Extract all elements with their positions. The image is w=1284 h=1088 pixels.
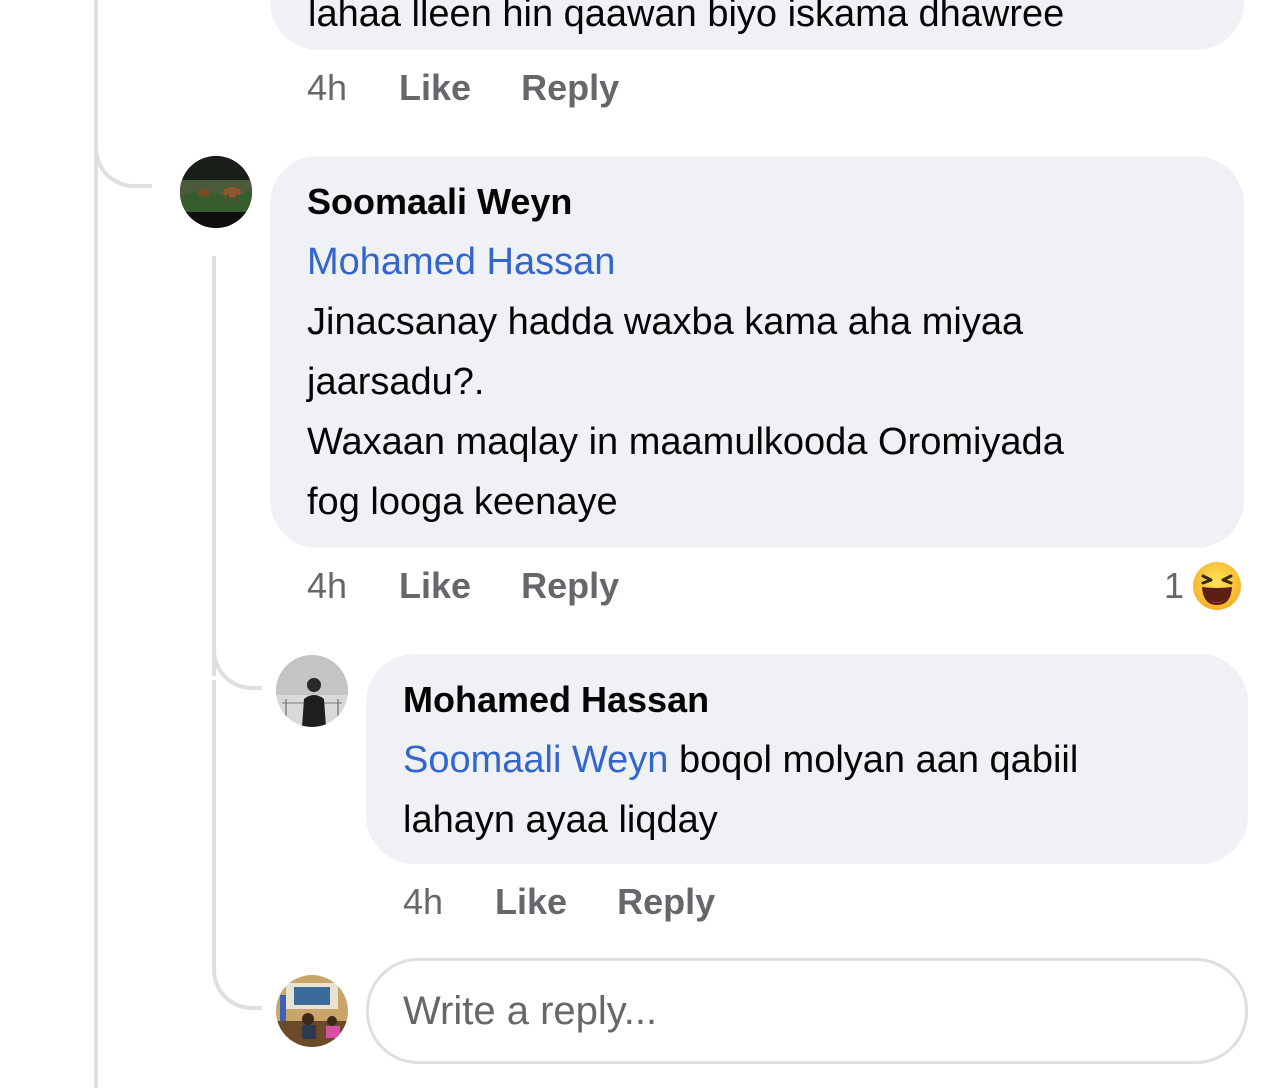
reply-text: boqol molyan aan qabiil	[679, 739, 1079, 781]
comment-text-line: fog looga keenaye	[307, 481, 618, 523]
reply-author[interactable]: Mohamed Hassan	[403, 678, 709, 722]
reaction-count: 1	[1164, 565, 1185, 606]
comment-text-line: Waxaan maqlay in maamulkooda Oromiyada	[307, 421, 1064, 463]
reply-button[interactable]: Reply	[617, 881, 715, 923]
reply-actions: 4h Like Reply	[403, 880, 765, 924]
reply-text-line: lahayn ayaa liqday	[403, 799, 718, 841]
office-photo-icon	[276, 975, 348, 1047]
reply-input[interactable]: Write a reply...	[366, 958, 1248, 1064]
outer-thread-connector	[94, 100, 152, 188]
like-button[interactable]: Like	[495, 881, 567, 923]
comment-actions: 4h Like Reply	[307, 564, 669, 608]
like-button[interactable]: Like	[399, 67, 471, 109]
reply-input-placeholder: Write a reply...	[403, 988, 658, 1033]
comment-time: 4h	[307, 565, 348, 606]
comment-bubble: Soomaali Weyn Mohamed Hassan Jinacsanay …	[270, 156, 1244, 548]
laughing-emoji-icon	[1193, 562, 1242, 610]
comment-text-line: Jinacsanay hadda waxba kama aha miyaa	[307, 301, 1024, 343]
reply-button[interactable]: Reply	[521, 565, 619, 607]
reply-bubble: Mohamed Hassan Soomaali Weyn boqol molya…	[366, 654, 1248, 864]
current-user-avatar[interactable]	[276, 975, 348, 1047]
comment-time: 4h	[403, 881, 444, 922]
landscape-photo-icon	[180, 156, 252, 228]
comment-author[interactable]: Soomaali Weyn	[307, 180, 572, 224]
avatar[interactable]	[276, 655, 348, 727]
like-button[interactable]: Like	[399, 565, 471, 607]
inner-thread-connector-2	[212, 960, 262, 1010]
avatar[interactable]	[180, 156, 252, 228]
reply-button[interactable]: Reply	[521, 67, 619, 109]
inner-thread-connector-1	[212, 640, 262, 690]
previous-comment-text: lahaa lleen hin qaawan biyo iskama dhawr…	[308, 0, 1065, 35]
mention-link[interactable]: Soomaali Weyn	[403, 739, 668, 781]
previous-comment-bubble: lahaa lleen hin qaawan biyo iskama dhawr…	[270, 0, 1244, 50]
reply-text-line: Soomaali Weyn boqol molyan aan qabiil	[403, 730, 1078, 790]
inner-thread-line	[212, 256, 216, 676]
inner-thread-line-2	[212, 680, 216, 970]
person-photo-icon	[276, 655, 348, 727]
reaction-summary[interactable]: 1	[1164, 560, 1242, 612]
comment-text-line: jaarsadu?.	[307, 361, 485, 403]
previous-comment-actions: 4h Like Reply	[307, 66, 669, 110]
comment-time: 4h	[307, 67, 348, 108]
mention-link[interactable]: Mohamed Hassan	[307, 232, 615, 292]
